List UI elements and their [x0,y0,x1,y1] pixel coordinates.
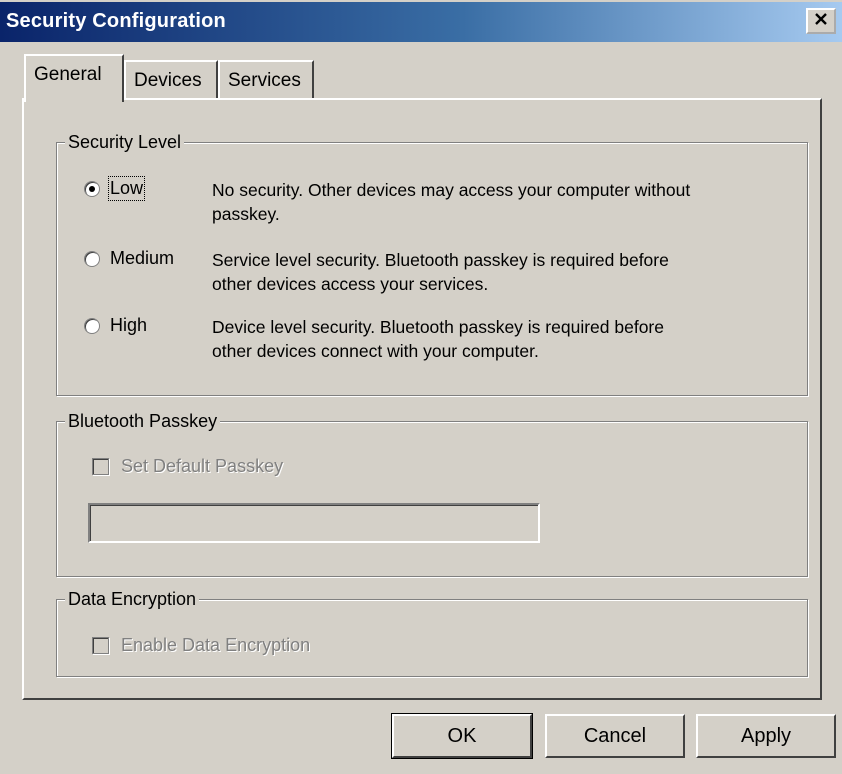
medium-description-line-2: other devices access your services. [212,274,489,294]
tab-services-label: Services [228,70,301,91]
radio-medium-label: Medium [110,248,175,268]
medium-description: Service level security. Bluetooth passke… [212,248,669,296]
low-description-line-2: passkey. [212,204,280,224]
security-level-label: Security Level [65,130,185,154]
ok-button[interactable]: OK [391,713,533,759]
close-icon [814,12,828,31]
set-default-passkey-checkbox[interactable] [92,458,109,475]
enable-data-encryption-checkbox[interactable] [92,637,109,654]
high-description-line-2: other devices connect with your computer… [212,341,539,361]
tab-services[interactable]: Services [218,60,314,100]
radio-low[interactable]: Low [84,176,146,201]
radio-low-button[interactable] [84,180,100,197]
medium-description-line-1: Service level security. Bluetooth passke… [212,250,669,270]
high-description: Device level security. Bluetooth passkey… [212,315,664,363]
radio-medium[interactable]: Medium [84,248,174,269]
tab-devices[interactable]: Devices [124,60,218,100]
bluetooth-passkey-group: Bluetooth Passkey [56,409,808,577]
window-title: Security Configuration [6,10,226,32]
high-description-line-1: Device level security. Bluetooth passkey… [212,317,664,337]
tab-devices-label: Devices [134,70,202,91]
tab-general[interactable]: General [24,54,124,102]
close-button[interactable] [806,8,836,34]
low-description-line-1: No security. Other devices may access yo… [212,180,691,200]
passkey-input[interactable] [88,503,540,543]
title-bar[interactable]: Security Configuration [0,2,842,42]
tab-general-label: General [34,64,102,85]
set-default-passkey-label: Set Default Passkey [121,456,284,476]
enable-data-encryption-row[interactable]: Enable Data Encryption [92,635,310,656]
radio-high-button[interactable] [84,317,100,334]
radio-medium-button[interactable] [84,250,100,267]
cancel-button[interactable]: Cancel [545,714,685,758]
enable-data-encryption-label: Enable Data Encryption [121,635,311,655]
set-default-passkey-row[interactable]: Set Default Passkey [92,456,283,477]
apply-button[interactable]: Apply [696,714,836,758]
radio-high-label: High [110,315,148,335]
low-description: No security. Other devices may access yo… [212,178,690,226]
radio-high[interactable]: High [84,315,147,336]
security-configuration-dialog: Security Configuration General Devices S… [0,0,842,774]
data-encryption-label: Data Encryption [65,587,200,611]
bluetooth-passkey-label: Bluetooth Passkey [65,409,221,433]
radio-low-label: Low [107,176,146,201]
